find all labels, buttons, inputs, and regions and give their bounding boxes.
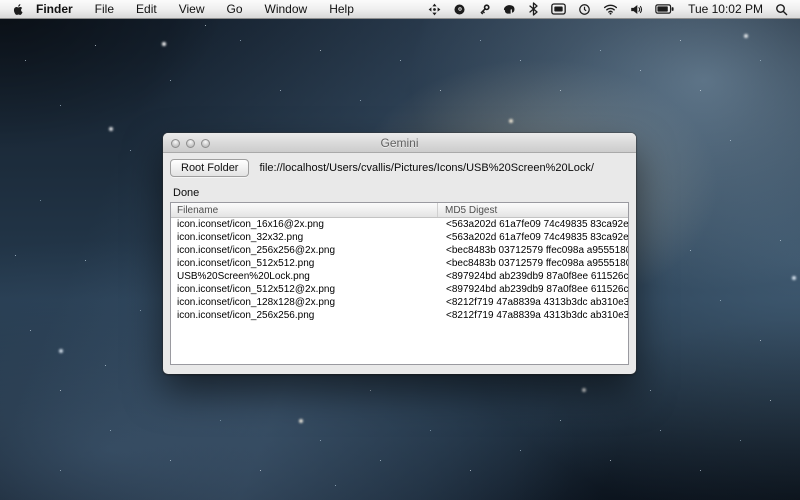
pinwheel-icon[interactable]: [422, 3, 447, 16]
menu-window[interactable]: Window: [254, 0, 319, 19]
md5-cell: <bec8483b 03712579 ffec098a a9555180>: [438, 244, 628, 257]
display-icon[interactable]: [545, 3, 572, 15]
spotlight-search-icon[interactable]: [771, 3, 800, 16]
zoom-button[interactable]: [201, 139, 210, 148]
table-row[interactable]: icon.iconset/icon_256x256@2x.png <bec848…: [171, 244, 628, 257]
menu-bar-status-area: Tue 10:02 PM: [422, 0, 800, 18]
apple-menu[interactable]: [0, 2, 34, 17]
table-row[interactable]: icon.iconset/icon_16x16@2x.png <563a202d…: [171, 218, 628, 231]
md5-cell: <bec8483b 03712579 ffec098a a9555180>: [438, 257, 628, 270]
filename-cell: icon.iconset/icon_128x128@2x.png: [171, 296, 438, 309]
column-header-md5[interactable]: MD5 Digest: [438, 203, 628, 217]
filename-cell: icon.iconset/icon_16x16@2x.png: [171, 218, 438, 231]
menu-file[interactable]: File: [84, 0, 125, 19]
filename-cell: icon.iconset/icon_512x512.png: [171, 257, 438, 270]
table-row[interactable]: icon.iconset/icon_512x512@2x.png <897924…: [171, 283, 628, 296]
battery-icon[interactable]: [649, 3, 680, 15]
md5-cell: <8212f719 47a8839a 4313b3dc ab310e39>: [438, 309, 628, 322]
menu-view[interactable]: View: [168, 0, 216, 19]
elephant-icon[interactable]: [497, 3, 522, 16]
clock-app-icon[interactable]: [572, 3, 597, 16]
filename-cell: icon.iconset/icon_256x256@2x.png: [171, 244, 438, 257]
filename-cell: USB%20Screen%20Lock.png: [171, 270, 438, 283]
key-icon[interactable]: [472, 3, 497, 16]
gemini-window: Gemini Root Folder file://localhost/User…: [163, 133, 636, 374]
filename-cell: icon.iconset/icon_256x256.png: [171, 309, 438, 322]
menu-help[interactable]: Help: [318, 0, 365, 19]
apple-icon: [12, 2, 25, 17]
window-content: Root Folder file://localhost/Users/cvall…: [163, 153, 636, 365]
wifi-icon[interactable]: [597, 3, 624, 15]
window-titlebar[interactable]: Gemini: [163, 133, 636, 153]
desktop-wallpaper: Finder File Edit View Go Window Help: [0, 0, 800, 500]
menu-go[interactable]: Go: [216, 0, 254, 19]
column-header-filename[interactable]: Filename: [171, 203, 438, 217]
root-folder-path: file://localhost/Users/cvallis/Pictures/…: [259, 162, 593, 174]
table-header: Filename MD5 Digest: [171, 203, 628, 218]
table-row[interactable]: USB%20Screen%20Lock.png <897924bd ab239d…: [171, 270, 628, 283]
md5-cell: <8212f719 47a8839a 4313b3dc ab310e39>: [438, 296, 628, 309]
round-app-icon[interactable]: [447, 3, 472, 16]
md5-cell: <897924bd ab239db9 87a0f8ee 611526c5>: [438, 283, 628, 296]
table-row[interactable]: icon.iconset/icon_32x32.png <563a202d 61…: [171, 231, 628, 244]
filename-cell: icon.iconset/icon_512x512@2x.png: [171, 283, 438, 296]
close-button[interactable]: [171, 139, 180, 148]
table-row[interactable]: icon.iconset/icon_256x256.png <8212f719 …: [171, 309, 628, 322]
menu-edit[interactable]: Edit: [125, 0, 168, 19]
window-title: Gemini: [163, 133, 636, 153]
md5-cell: <897924bd ab239db9 87a0f8ee 611526c5>: [438, 270, 628, 283]
volume-icon[interactable]: [624, 3, 649, 16]
toolbar-row: Root Folder file://localhost/Users/cvall…: [170, 159, 629, 177]
menu-bar: Finder File Edit View Go Window Help: [0, 0, 800, 19]
md5-cell: <563a202d 61a7fe09 74c49835 83ca92e1>: [438, 218, 628, 231]
filename-cell: icon.iconset/icon_32x32.png: [171, 231, 438, 244]
minimize-button[interactable]: [186, 139, 195, 148]
results-table[interactable]: Filename MD5 Digest icon.iconset/icon_16…: [170, 202, 629, 365]
md5-cell: <563a202d 61a7fe09 74c49835 83ca92e1>: [438, 231, 628, 244]
menu-bar-left: Finder File Edit View Go Window Help: [0, 0, 365, 18]
table-row[interactable]: icon.iconset/icon_512x512.png <bec8483b …: [171, 257, 628, 270]
root-folder-button[interactable]: Root Folder: [170, 159, 249, 177]
traffic-lights: [171, 139, 210, 148]
bluetooth-icon[interactable]: [522, 2, 545, 16]
table-row[interactable]: icon.iconset/icon_128x128@2x.png <8212f7…: [171, 296, 628, 309]
menu-bar-clock[interactable]: Tue 10:02 PM: [680, 2, 771, 16]
menu-finder[interactable]: Finder: [34, 0, 84, 19]
status-label: Done: [173, 187, 629, 199]
